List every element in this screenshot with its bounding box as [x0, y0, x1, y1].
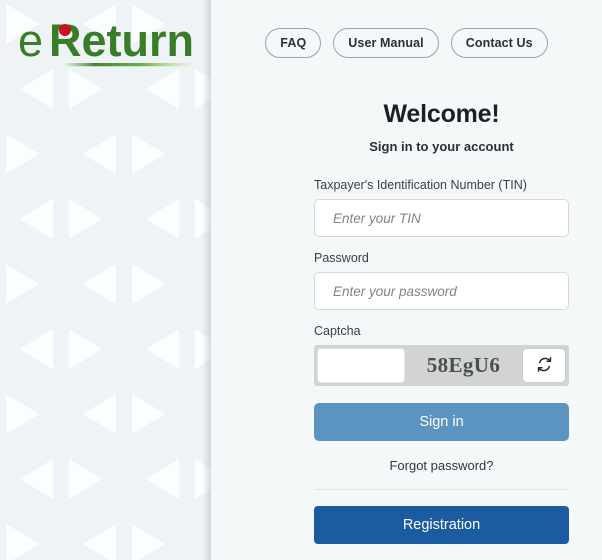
captcha-refresh-button[interactable]	[522, 348, 566, 383]
decorative-triangle	[20, 329, 53, 369]
logo-text-e: e	[18, 15, 43, 66]
registration-button[interactable]: Registration	[314, 506, 569, 544]
decorative-triangle	[146, 69, 179, 109]
tin-label: Taxpayer's Identification Number (TIN)	[314, 178, 527, 192]
user-manual-link[interactable]: User Manual	[333, 28, 439, 58]
password-input[interactable]	[314, 272, 569, 310]
login-panel: FAQ User Manual Contact Us Welcome! Sign…	[211, 0, 602, 560]
decorative-triangle	[6, 264, 39, 304]
decorative-triangle	[69, 199, 102, 239]
form-divider	[314, 489, 569, 490]
left-decorative-panel: e Return	[0, 0, 211, 560]
login-form: Welcome! Sign in to your account Taxpaye…	[314, 100, 569, 544]
decorative-triangle	[6, 134, 39, 174]
decorative-triangle	[146, 459, 179, 499]
faq-link[interactable]: FAQ	[265, 28, 322, 58]
login-page: e Return FAQ User Manual Contact Us Welc…	[0, 0, 602, 560]
tin-input[interactable]	[314, 199, 569, 237]
ereturn-logo[interactable]: e Return	[16, 10, 196, 72]
decorative-triangle	[83, 524, 116, 560]
logo-red-dot	[59, 24, 71, 36]
decorative-triangle	[146, 329, 179, 369]
panel-divider-shadow	[202, 0, 211, 560]
page-subtitle: Sign in to your account	[369, 139, 514, 154]
decorative-triangle	[20, 199, 53, 239]
decorative-triangle	[83, 394, 116, 434]
decorative-triangle	[69, 69, 102, 109]
captcha-input[interactable]	[317, 348, 405, 383]
decorative-triangle	[6, 394, 39, 434]
decorative-triangle	[83, 134, 116, 174]
decorative-triangle	[132, 394, 165, 434]
top-links-bar: FAQ User Manual Contact Us	[211, 28, 602, 58]
decorative-triangle	[69, 329, 102, 369]
decorative-triangle	[20, 459, 53, 499]
page-title: Welcome!	[383, 100, 500, 128]
captcha-row: 58EgU6	[314, 345, 569, 386]
refresh-icon	[536, 356, 553, 376]
decorative-triangle	[132, 134, 165, 174]
decorative-triangle	[146, 199, 179, 239]
triangle-pattern-background	[0, 0, 211, 560]
decorative-triangle	[132, 524, 165, 560]
contact-us-link[interactable]: Contact Us	[450, 28, 548, 58]
captcha-label: Captcha	[314, 324, 361, 338]
logo-swoosh	[62, 63, 194, 67]
decorative-triangle	[83, 264, 116, 304]
sign-in-button[interactable]: Sign in	[314, 403, 569, 441]
logo-text-return: Return	[49, 15, 194, 66]
decorative-triangle	[69, 459, 102, 499]
decorative-triangle	[132, 264, 165, 304]
decorative-triangle	[6, 524, 39, 560]
password-label: Password	[314, 251, 369, 265]
forgot-password-link[interactable]: Forgot password?	[314, 458, 569, 473]
captcha-code: 58EgU6	[426, 353, 501, 377]
decorative-triangle	[20, 69, 53, 109]
